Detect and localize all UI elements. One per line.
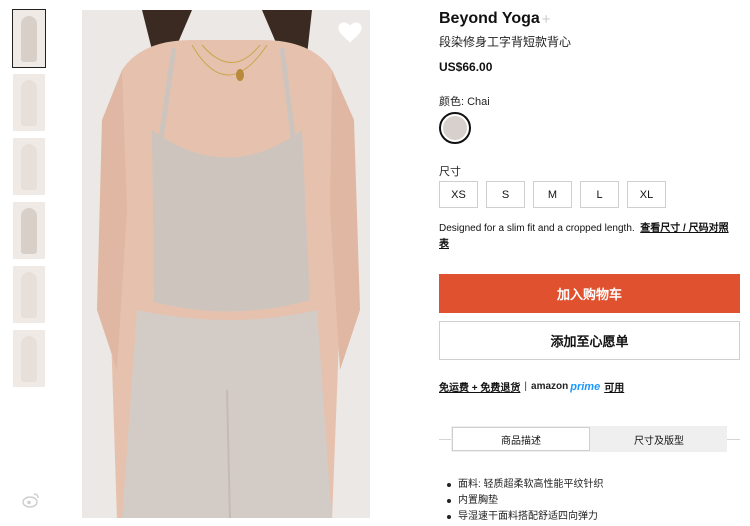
size-option-xl[interactable]: XL <box>627 181 666 208</box>
tab-size-fit[interactable]: 尺寸及版型 <box>591 426 727 452</box>
add-to-cart-button[interactable]: 加入购物车 <box>439 274 740 313</box>
product-price: US$66.00 <box>439 60 493 74</box>
product-title: 段染修身工字背短款背心 <box>439 35 572 49</box>
follow-brand-plus-icon[interactable]: + <box>542 11 551 28</box>
shipping-separator: | <box>524 381 528 392</box>
size-option-m[interactable]: M <box>533 181 572 208</box>
feature-text: 面料: 轻质超柔软高性能平纹针织 <box>458 479 604 490</box>
add-to-wishlist-button[interactable]: 添加至心愿单 <box>439 321 740 360</box>
thumbnail-5[interactable] <box>13 266 45 323</box>
color-swatch-fill <box>443 116 467 140</box>
free-shipping-link[interactable]: 免运费 + 免费退货 <box>439 379 520 394</box>
color-swatch-chai[interactable] <box>439 112 471 144</box>
thumbnail-1[interactable] <box>12 9 46 68</box>
feature-item: 导湿速干面料搭配舒适四向弹力 <box>447 509 604 525</box>
bullet-icon <box>447 499 451 503</box>
thumbnail-2[interactable] <box>13 74 45 131</box>
size-label: 尺寸 <box>439 166 461 178</box>
feature-item: 内置胸垫 <box>447 493 604 509</box>
thumbnail-4[interactable] <box>13 202 45 259</box>
feature-list: 面料: 轻质超柔软高性能平纹针织 内置胸垫 导湿速干面料搭配舒适四向弹力 <box>447 477 604 525</box>
fit-description: Designed for a slim fit and a cropped le… <box>439 223 635 234</box>
shipping-info: 免运费 + 免费退货 | amazon prime 可用 <box>439 379 624 395</box>
fit-note: Designed for a slim fit and a cropped le… <box>439 221 735 253</box>
color-label: 颜色: Chai <box>439 96 490 108</box>
size-option-xs[interactable]: XS <box>439 181 478 208</box>
thumbnail-3[interactable] <box>13 138 45 195</box>
bullet-icon <box>447 483 451 487</box>
prime-logo: prime <box>570 380 601 393</box>
bullet-icon <box>447 515 451 519</box>
amazon-logo: amazon <box>531 381 569 392</box>
feature-text: 内置胸垫 <box>458 495 498 506</box>
thumbnail-6[interactable] <box>13 330 45 387</box>
prime-available-link[interactable]: 可用 <box>604 379 624 394</box>
size-options: XS S M L XL <box>439 181 666 208</box>
product-tabs: 商品描述 尺寸及版型 <box>451 426 727 452</box>
product-main-image[interactable] <box>82 10 370 518</box>
brand-name[interactable]: Beyond Yoga <box>439 10 540 28</box>
brand-row: Beyond Yoga + <box>439 10 551 28</box>
thumbnail-list <box>12 9 46 394</box>
feature-item: 面料: 轻质超柔软高性能平纹针织 <box>447 477 604 493</box>
size-option-l[interactable]: L <box>580 181 619 208</box>
tab-description[interactable]: 商品描述 <box>452 427 590 451</box>
size-option-s[interactable]: S <box>486 181 525 208</box>
weibo-icon[interactable] <box>22 492 40 508</box>
feature-text: 导湿速干面料搭配舒适四向弹力 <box>458 511 598 522</box>
wishlist-heart-icon[interactable] <box>336 18 364 46</box>
